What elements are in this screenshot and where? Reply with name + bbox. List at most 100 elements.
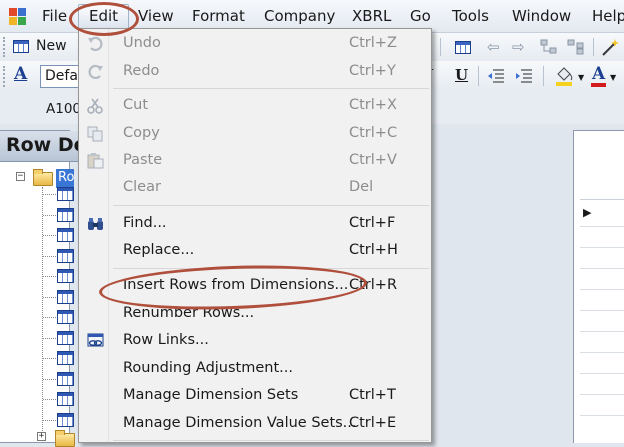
row-icon[interactable] xyxy=(57,228,74,242)
menu-file[interactable]: File xyxy=(42,7,67,25)
menu-item-redo[interactable]: Redo Ctrl+Y xyxy=(79,59,431,85)
menu-item-manage-dimension-value-sets-label: Manage Dimension Value Sets... xyxy=(123,415,357,431)
menu-item-clear-label: Clear xyxy=(123,179,161,195)
back-arrow-icon[interactable]: ⇦ xyxy=(487,38,500,56)
menu-item-find-label: Find... xyxy=(123,215,167,231)
cell-reference: A100 xyxy=(46,101,82,117)
menu-separator xyxy=(113,440,429,441)
toolbar-grip[interactable] xyxy=(3,37,6,57)
font-style-icon[interactable]: A xyxy=(14,64,27,84)
menu-item-copy-shortcut: Ctrl+C xyxy=(349,125,398,141)
grid-row-line xyxy=(580,394,624,395)
grid-row-line xyxy=(580,310,624,311)
app-icon xyxy=(9,8,26,25)
menu-item-paste[interactable]: Paste Ctrl+V xyxy=(79,148,431,174)
menu-xbrl[interactable]: XBRL xyxy=(352,7,391,25)
menu-item-undo-label: Undo xyxy=(123,35,161,51)
grid-panel xyxy=(573,130,624,443)
row-icon[interactable] xyxy=(57,330,74,345)
row-icon[interactable] xyxy=(57,207,74,222)
scissors-icon xyxy=(87,98,104,114)
menu-item-rounding-adjustment[interactable]: Rounding Adjustment... xyxy=(79,356,431,382)
menu-item-paste-shortcut: Ctrl+V xyxy=(349,152,397,168)
tree-branch-line xyxy=(43,276,56,277)
fill-color-icon[interactable] xyxy=(554,65,576,87)
tree-branch-line xyxy=(43,317,56,318)
indent-icon[interactable] xyxy=(515,67,533,85)
menu-item-manage-dimension-value-sets-shortcut: Ctrl+E xyxy=(349,415,397,431)
menu-go[interactable]: Go xyxy=(410,7,431,25)
hierarchy-icon[interactable] xyxy=(567,39,585,55)
paste-icon xyxy=(87,153,104,169)
menu-separator xyxy=(113,88,429,89)
row-icon[interactable] xyxy=(57,412,74,427)
row-icon[interactable] xyxy=(57,248,74,263)
collapse-icon[interactable]: − xyxy=(16,172,25,181)
row-icon[interactable] xyxy=(57,187,74,201)
font-name-field[interactable]: Defau xyxy=(40,65,80,88)
grid-row-line xyxy=(580,268,624,269)
row-icon[interactable] xyxy=(57,371,74,386)
font-color-dropdown-icon[interactable]: ▼ xyxy=(610,73,616,82)
menu-item-cut-shortcut: Ctrl+X xyxy=(349,97,397,113)
tree-branch-line xyxy=(43,358,56,359)
grid-header-divider xyxy=(580,199,624,200)
menu-item-undo[interactable]: Undo Ctrl+Z xyxy=(79,31,431,57)
menu-item-find-shortcut: Ctrl+F xyxy=(349,215,396,231)
grid-row-line xyxy=(580,415,624,416)
row-icon[interactable] xyxy=(57,392,74,406)
menu-item-row-links[interactable]: Row Links... xyxy=(79,328,431,354)
menu-item-manage-dimension-sets[interactable]: Manage Dimension Sets Ctrl+T xyxy=(79,383,431,409)
menu-item-find[interactable]: Find... Ctrl+F xyxy=(79,211,431,237)
edit-menu-highlight-oval xyxy=(69,2,139,36)
row-icon[interactable] xyxy=(57,310,74,324)
menu-company[interactable]: Company xyxy=(264,7,335,25)
menu-item-clear[interactable]: Clear Del xyxy=(79,175,431,201)
menu-item-rounding-adjustment-label: Rounding Adjustment... xyxy=(123,360,293,376)
tree-branch-line xyxy=(43,255,56,257)
menu-item-cut[interactable]: Cut Ctrl+X xyxy=(79,93,431,119)
menu-tools[interactable]: Tools xyxy=(452,7,489,25)
undo-icon xyxy=(87,36,104,52)
grid-row-line xyxy=(580,331,624,332)
toolbar-grip[interactable] xyxy=(3,66,6,87)
grid-view-icon[interactable] xyxy=(455,41,471,54)
menu-format[interactable]: Format xyxy=(192,7,245,25)
grid-row-line xyxy=(580,289,624,290)
current-row-arrow-icon: ▶ xyxy=(583,206,592,219)
menu-item-manage-dimension-sets-label: Manage Dimension Sets xyxy=(123,387,299,403)
menu-item-clear-shortcut: Del xyxy=(349,179,374,195)
toolbar-separator xyxy=(478,66,479,86)
menu-item-row-links-label: Row Links... xyxy=(123,332,209,348)
branch-icon[interactable] xyxy=(540,39,558,55)
menu-item-manage-dimension-value-sets[interactable]: Manage Dimension Value Sets... Ctrl+E xyxy=(79,411,431,437)
row-icon[interactable] xyxy=(57,269,74,283)
expand-icon[interactable]: + xyxy=(37,432,46,441)
row-icon[interactable] xyxy=(57,351,74,365)
outdent-icon[interactable] xyxy=(487,67,505,85)
menu-help[interactable]: Help xyxy=(592,7,624,25)
underline-icon[interactable]: U xyxy=(455,66,468,84)
toolbar-separator xyxy=(440,38,441,56)
new-button[interactable]: New xyxy=(12,37,72,58)
menu-item-replace-shortcut: Ctrl+H xyxy=(349,242,398,258)
menu-item-copy[interactable]: Copy Ctrl+C xyxy=(79,121,431,147)
forward-arrow-icon[interactable]: ⇨ xyxy=(512,38,525,56)
font-color-icon[interactable]: A xyxy=(592,64,605,84)
toolbar-separator xyxy=(543,66,544,86)
menu-item-replace[interactable]: Replace... Ctrl+H xyxy=(79,238,431,264)
menu-item-cut-label: Cut xyxy=(123,97,148,113)
menu-window[interactable]: Window xyxy=(512,7,571,25)
tree-root-label[interactable]: Ro xyxy=(56,169,74,188)
edit-menu-dropdown: Undo Ctrl+Z Redo Ctrl+Y Cut Ctrl+X Copy … xyxy=(78,28,432,443)
grid-row-line xyxy=(580,247,624,248)
magic-wand-icon[interactable] xyxy=(600,37,620,57)
folder-icon xyxy=(55,430,75,447)
menu-view[interactable]: View xyxy=(138,7,174,25)
fill-color-dropdown-icon[interactable]: ▼ xyxy=(578,73,584,82)
row-icon[interactable] xyxy=(57,289,74,304)
tree-branch-line xyxy=(43,378,56,380)
font-color-swatch xyxy=(591,83,606,87)
menu-item-redo-label: Redo xyxy=(123,63,160,79)
menu-item-manage-dimension-sets-shortcut: Ctrl+T xyxy=(349,387,396,403)
